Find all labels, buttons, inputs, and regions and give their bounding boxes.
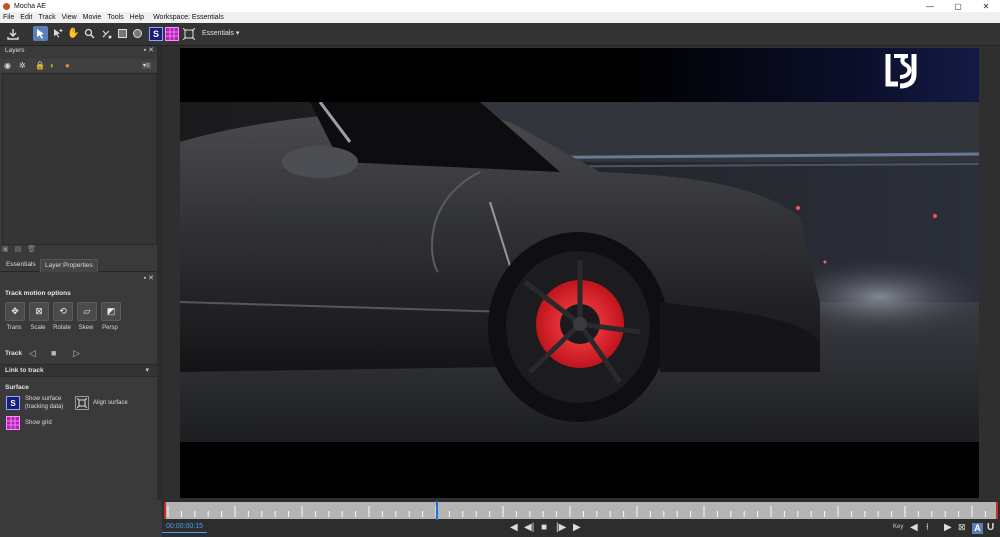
skew-label: Skew	[78, 325, 94, 331]
show-surface-line2: (tracking data)	[25, 404, 64, 410]
layer-menu-icon[interactable]: ▾≡	[142, 62, 151, 69]
ellipse-tool-icon[interactable]	[130, 26, 145, 41]
track-label: Track	[5, 350, 22, 357]
rotate-label: Rotate	[53, 325, 71, 331]
delete-layer-icon[interactable]: 🗑	[27, 246, 36, 253]
mocha-app-icon	[3, 2, 10, 10]
skew-button[interactable]: ▱	[77, 302, 97, 321]
title-bar: Mocha AE — ▢ ✕	[0, 0, 1000, 12]
key-label: Key	[893, 524, 904, 530]
window-title: Mocha AE	[14, 2, 46, 10]
chevron-down-icon: ▾	[145, 367, 149, 374]
toolbar: ✋ S Essentials ▾	[0, 23, 1000, 46]
layer-column-icons: ◉ ✲ 🔒 ◐ ● ▾≡	[0, 59, 157, 72]
add-point-tool-icon[interactable]	[50, 26, 65, 41]
show-grid-label[interactable]: Show grid	[25, 419, 52, 427]
maximize-button[interactable]: ▢	[944, 2, 972, 11]
layer-list[interactable]	[2, 73, 157, 245]
panel-float-close-icon[interactable]: ▪ ✕	[144, 46, 154, 54]
link-to-track-label: Link to track	[5, 367, 44, 374]
add-layer-folder-icon[interactable]: ▣	[2, 246, 9, 253]
timeline: 00:00:00:15 ◀ ◀| ■ |▶ ▶ Key ◀ ⍿ ▶ ⊠ A U	[162, 500, 1000, 537]
props-float-close-icon[interactable]: ▪ ✕	[144, 274, 154, 282]
show-surface-label[interactable]: Show surface (tracking data)	[25, 395, 63, 411]
matte-icon[interactable]: ●	[65, 61, 70, 70]
prev-keyframe-icon[interactable]: ◀	[910, 522, 918, 533]
timeline-ticks	[167, 506, 986, 517]
align-surface-label[interactable]: Align surface	[93, 399, 128, 407]
duplicate-layer-icon[interactable]: ▤	[15, 246, 22, 253]
show-grid-toolbar-icon[interactable]	[165, 27, 179, 41]
show-surface-toolbar-icon[interactable]: S	[149, 27, 163, 41]
next-keyframe-icon[interactable]: ▶	[944, 522, 952, 533]
track-stop-icon[interactable]: ■	[51, 348, 56, 358]
car-scene	[180, 102, 979, 442]
rectangle-tool-icon[interactable]	[115, 26, 130, 41]
persp-button[interactable]: ◩	[101, 302, 121, 321]
workspace-dropdown[interactable]: Essentials ▾	[202, 29, 239, 37]
eye-icon[interactable]: ◉	[4, 61, 11, 70]
color-icon[interactable]: ◐	[50, 61, 55, 70]
out-point-marker[interactable]	[996, 502, 998, 519]
track-backward-icon[interactable]: ◁	[29, 348, 36, 359]
trans-label: Trans	[6, 325, 22, 331]
letterbox-top	[180, 48, 979, 102]
all-keys-icon[interactable]: ⊠	[958, 522, 966, 533]
layers-panel-header: Layers ▪ ✕	[0, 46, 157, 56]
zoom-tool-icon[interactable]	[82, 26, 97, 41]
track-motion-title: Track motion options	[5, 290, 71, 297]
viewer[interactable]	[162, 46, 1000, 500]
channel-logo	[885, 54, 917, 89]
menu-tools[interactable]: Tools	[104, 14, 126, 21]
menu-help[interactable]: Help	[127, 14, 147, 21]
show-grid-icon[interactable]	[6, 416, 20, 430]
layer-actions: ▣ ▤ 🗑	[2, 245, 36, 254]
persp-label: Persp	[102, 325, 118, 331]
hand-tool-icon[interactable]: ✋	[66, 26, 81, 41]
show-surface-icon[interactable]: S	[6, 396, 20, 410]
play-forward-icon[interactable]: ▶	[573, 522, 581, 533]
x-spline-tool-icon[interactable]	[99, 26, 114, 41]
minimize-button[interactable]: —	[916, 2, 944, 11]
menu-file[interactable]: File	[0, 14, 17, 21]
track-forward-icon[interactable]: ▷	[73, 348, 80, 359]
menu-track[interactable]: Track	[35, 14, 58, 21]
step-forward-icon[interactable]: |▶	[556, 522, 566, 533]
close-button[interactable]: ✕	[972, 2, 1000, 11]
menu-movie[interactable]: Movie	[80, 14, 105, 21]
u-key-button[interactable]: U	[987, 522, 994, 533]
clip-frame[interactable]	[180, 48, 979, 498]
play-backward-icon[interactable]: ◀	[510, 522, 518, 533]
save-icon[interactable]	[5, 26, 20, 41]
timeline-scrubber[interactable]	[164, 501, 998, 520]
track-controls: Track ◁ ■ ▷	[5, 348, 155, 360]
show-surface-line1: Show surface	[25, 396, 62, 402]
menu-edit[interactable]: Edit	[17, 14, 35, 21]
layers-title: Layers	[5, 47, 25, 54]
align-surface-toolbar-icon[interactable]	[181, 26, 196, 41]
menu-view[interactable]: View	[59, 14, 80, 21]
scale-button[interactable]: ⊠	[29, 302, 49, 321]
panel-tabs: Essentials Layer Properties	[0, 259, 157, 272]
tab-essentials[interactable]: Essentials	[2, 259, 40, 271]
step-backward-icon[interactable]: ◀|	[524, 522, 534, 533]
timecode-field[interactable]: 00:00:00:15	[162, 522, 207, 533]
playhead[interactable]	[435, 501, 438, 520]
auto-key-button[interactable]: A	[972, 523, 983, 534]
menu-bar: File Edit Track View Movie Tools Help Wo…	[0, 12, 1000, 23]
trans-button[interactable]: ✥	[5, 302, 25, 321]
scale-label: Scale	[30, 325, 46, 331]
align-surface-icon[interactable]	[75, 396, 89, 410]
gear-icon[interactable]: ✲	[19, 61, 26, 70]
menu-workspace[interactable]: Workspace: Essentials	[150, 14, 227, 21]
left-panel: Layers ▪ ✕ ◉ ✲ 🔒 ◐ ● ▾≡ ▣ ▤ 🗑 Essentials…	[0, 46, 157, 500]
lock-icon[interactable]: 🔒	[35, 61, 45, 70]
link-to-track-dropdown[interactable]: Link to track ▾	[0, 364, 157, 377]
surface-title: Surface	[5, 384, 29, 391]
pick-tool-icon[interactable]	[33, 26, 48, 41]
tab-layer-properties[interactable]: Layer Properties	[40, 259, 98, 272]
rotate-button[interactable]: ⟲	[53, 302, 73, 321]
stop-icon[interactable]: ■	[541, 522, 547, 533]
add-keyframe-icon[interactable]: ⍿	[926, 522, 929, 533]
